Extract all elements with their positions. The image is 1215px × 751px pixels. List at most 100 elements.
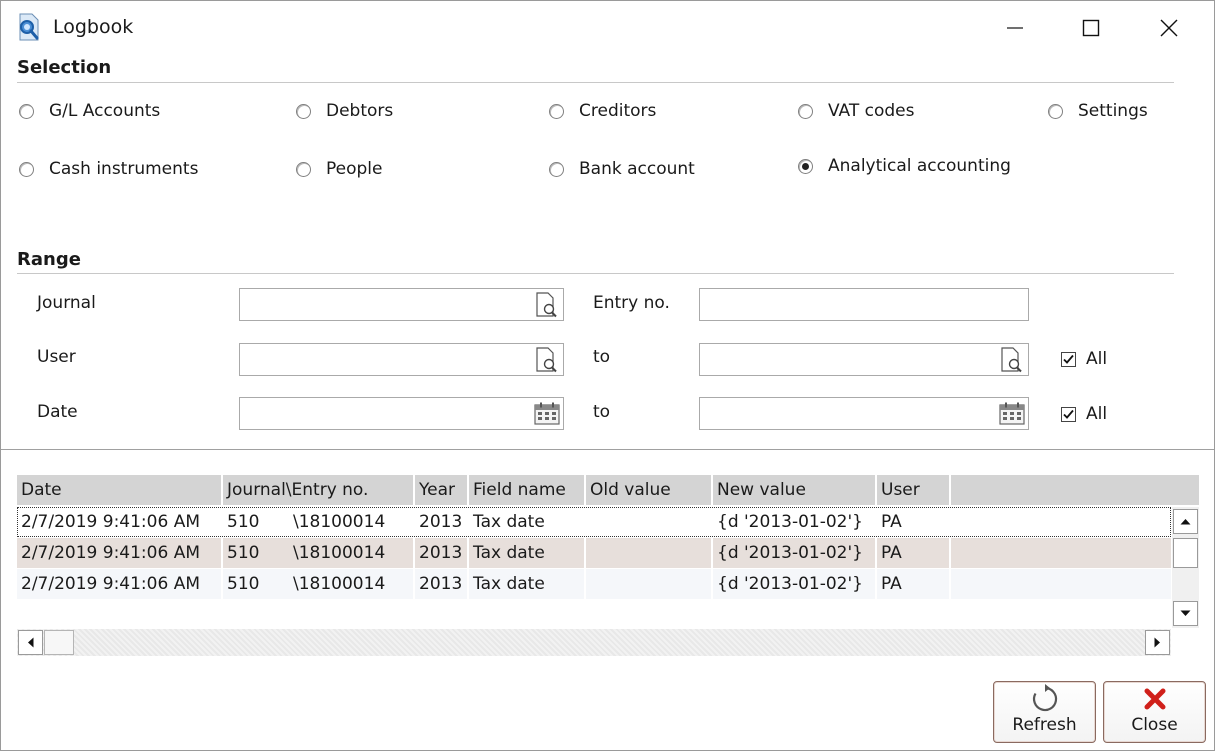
radio-bank-account[interactable]: Bank account [549,159,695,179]
cell-user: PA [877,569,951,599]
user-to-label: to [593,347,611,367]
scroll-down-button[interactable] [1173,601,1198,626]
refresh-button[interactable]: Refresh [993,681,1096,743]
radio-label: Debtors [326,101,394,121]
cell-new-value: {d '2013-01-02'} [713,538,877,568]
radio-debtors[interactable]: Debtors [296,101,393,121]
radio-circle [549,161,564,177]
column-header-journal-entry[interactable]: Journal\Entry no. [223,475,415,505]
journal-input[interactable] [239,288,564,321]
column-header-user[interactable]: User [877,475,951,505]
radio-label: Settings [1078,101,1148,121]
radio-circle [549,103,564,119]
cell-date: 2/7/2019 9:41:06 AM [21,512,200,532]
close-window-button[interactable] [1141,9,1197,47]
entry-no-input[interactable] [699,288,1029,321]
radio-vat-codes[interactable]: VAT codes [798,101,915,121]
cell-year: 2013 [415,569,469,599]
maximize-button[interactable] [1063,9,1119,47]
cell-journal: 510 [227,543,260,563]
minimize-button[interactable] [987,9,1043,47]
cell-date: 2/7/2019 9:41:06 AM [17,569,223,599]
table-row[interactable]: 2/7/2019 9:41:06 AM 510 \18100014 2013 T… [17,507,1171,537]
radio-circle [19,103,34,119]
arrow-up-icon [1180,519,1191,525]
scroll-thumb[interactable] [1173,538,1198,568]
close-icon [1160,19,1178,37]
minimize-icon [1007,27,1023,29]
arrow-left-icon [28,637,34,648]
logbook-app-icon [17,13,41,41]
date-to-calendar-button[interactable] [998,401,1026,427]
radio-creditors[interactable]: Creditors [549,101,656,121]
title-bar[interactable]: Logbook [1,1,1214,53]
cell-user: PA [877,538,951,568]
cell-date: 2/7/2019 9:41:06 AM [17,538,223,568]
column-header-date[interactable]: Date [17,475,223,505]
journal-label: Journal [37,293,96,313]
cell-old-value [586,538,713,568]
user-label: User [37,347,76,367]
date-from-input[interactable] [239,397,564,430]
user-to-lookup-button[interactable] [998,347,1026,373]
vertical-scrollbar[interactable] [1172,507,1199,628]
table-row[interactable]: 2/7/2019 9:41:06 AM 510 \18100014 2013 T… [17,569,1171,599]
scroll-right-button[interactable] [1145,630,1170,655]
cell-year: 2013 [419,512,463,532]
date-from-calendar-button[interactable] [533,401,561,427]
checkbox-label: All [1086,349,1108,369]
checkbox-box [1061,351,1076,367]
selection-heading: Selection [17,57,112,78]
refresh-label: Refresh [1012,715,1077,735]
cell-new-value: {d '2013-01-02'} [717,512,863,532]
lookup-icon [536,347,557,373]
radio-label: G/L Accounts [49,101,161,121]
journal-lookup-button[interactable] [533,292,561,318]
panel-divider [1,449,1214,450]
entry-no-label: Entry no. [593,293,670,313]
column-header-field-name[interactable]: Field name [469,475,586,505]
range-divider [17,273,1174,274]
user-all-checkbox[interactable]: All [1061,349,1107,369]
radio-analytical-accounting[interactable]: Analytical accounting [798,156,1011,176]
table-row[interactable]: 2/7/2019 9:41:06 AM 510 \18100014 2013 T… [17,538,1171,568]
column-header-new-value[interactable]: New value [713,475,877,505]
radio-gl-accounts[interactable]: G/L Accounts [19,101,160,121]
radio-label: Creditors [579,101,657,121]
radio-label: VAT codes [828,101,915,121]
close-label: Close [1131,715,1178,735]
date-all-checkbox[interactable]: All [1061,404,1107,424]
date-to-input[interactable] [699,397,1029,430]
radio-settings[interactable]: Settings [1048,101,1148,121]
maximize-icon [1082,19,1100,37]
radio-label: Analytical accounting [828,156,1011,176]
cell-old-value [586,569,713,599]
scroll-left-button[interactable] [18,630,43,655]
radio-label: People [326,159,383,179]
cell-field-name: Tax date [473,512,545,532]
date-label: Date [37,402,78,422]
cell-entry-no: \18100014 [289,569,415,599]
user-from-lookup-button[interactable] [533,347,561,373]
check-icon [1063,354,1074,364]
arrow-right-icon [1154,637,1160,648]
column-header-year[interactable]: Year [415,475,469,505]
scroll-up-button[interactable] [1173,509,1198,534]
radio-circle [798,103,813,119]
radio-people[interactable]: People [296,159,382,179]
range-heading: Range [17,249,81,270]
horizontal-scrollbar[interactable] [17,629,1171,656]
logbook-grid[interactable]: Date Journal\Entry no. Year Field name O… [17,475,1199,656]
user-from-input[interactable] [239,343,564,376]
close-button[interactable]: Close [1103,681,1206,743]
grid-header: Date Journal\Entry no. Year Field name O… [17,475,1199,505]
calendar-icon [534,402,560,425]
cell-entry-no: \18100014 [289,538,415,568]
arrow-down-icon [1180,610,1191,616]
radio-cash-instruments[interactable]: Cash instruments [19,159,198,179]
column-header-filler [951,475,1199,505]
user-to-input[interactable] [699,343,1029,376]
column-header-old-value[interactable]: Old value [586,475,713,505]
horizontal-scroll-thumb[interactable] [44,630,74,655]
close-x-icon [1144,688,1165,710]
